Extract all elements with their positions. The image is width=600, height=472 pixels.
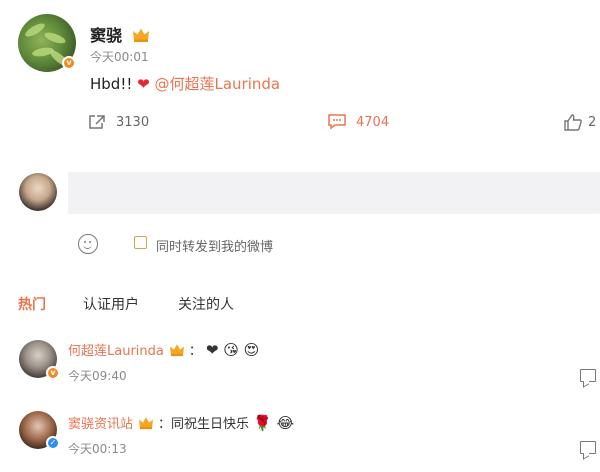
comment-line: 窦骁资讯站 ：同祝生日快乐 🌹 😂 [68, 413, 295, 433]
verified-badge-icon: v [46, 366, 60, 380]
reply-icon[interactable] [580, 369, 596, 382]
post-body: Hbd!! ❤ @何超莲Laurinda [90, 73, 280, 94]
verified-badge-icon: ✓ [46, 436, 60, 450]
comment-author[interactable]: 何超莲Laurinda [68, 340, 164, 359]
comment-author[interactable]: 窦骁资讯站 [68, 413, 133, 432]
heart-emoji: ❤ [137, 75, 150, 93]
crown-icon [169, 343, 184, 356]
repost-checkbox[interactable] [134, 236, 147, 249]
repost-count: 3130 [116, 114, 150, 130]
mention-link[interactable]: @何超莲Laurinda [154, 75, 280, 93]
repost-checkbox-label[interactable]: 同时转发到我的微博 [156, 236, 273, 255]
verified-badge-icon: v [62, 56, 76, 70]
current-user-avatar [19, 173, 57, 211]
tab-verified-users[interactable]: 认证用户 [83, 294, 139, 314]
comment-emojis: 🌹 😂 [253, 413, 295, 432]
like-button[interactable]: 2 [564, 114, 596, 131]
comment-timestamp: 今天09:40 [68, 369, 127, 383]
tab-following[interactable]: 关注的人 [178, 294, 234, 314]
comment-text: ：同祝生日快乐 [158, 417, 250, 432]
comment-emojis: ❤ 😘 😍 [205, 340, 260, 359]
post-text: Hbd!! [90, 75, 138, 93]
comment-button[interactable]: 4704 [328, 114, 389, 130]
comment-timestamp: 今天00:13 [68, 442, 127, 456]
comment-icon [328, 114, 346, 130]
repost-button[interactable]: 3130 [88, 114, 149, 130]
comment-input[interactable] [68, 172, 600, 214]
post-timestamp[interactable]: 今天00:01 [90, 48, 149, 65]
reply-icon[interactable] [580, 441, 596, 454]
comment-count: 4704 [356, 114, 390, 130]
comment-line: 何超莲Laurinda ： ❤ 😘 😍 [68, 340, 260, 360]
crown-icon [132, 28, 149, 42]
post-author-name[interactable]: 窦骁 [90, 22, 150, 46]
crown-icon [139, 416, 154, 429]
emoji-picker-icon[interactable] [78, 234, 98, 254]
like-count: 2 [588, 115, 597, 130]
tab-hot[interactable]: 热门 [18, 294, 46, 314]
comment-text: ： [188, 344, 202, 359]
thumbs-up-icon [564, 114, 582, 131]
share-icon [89, 115, 105, 129]
